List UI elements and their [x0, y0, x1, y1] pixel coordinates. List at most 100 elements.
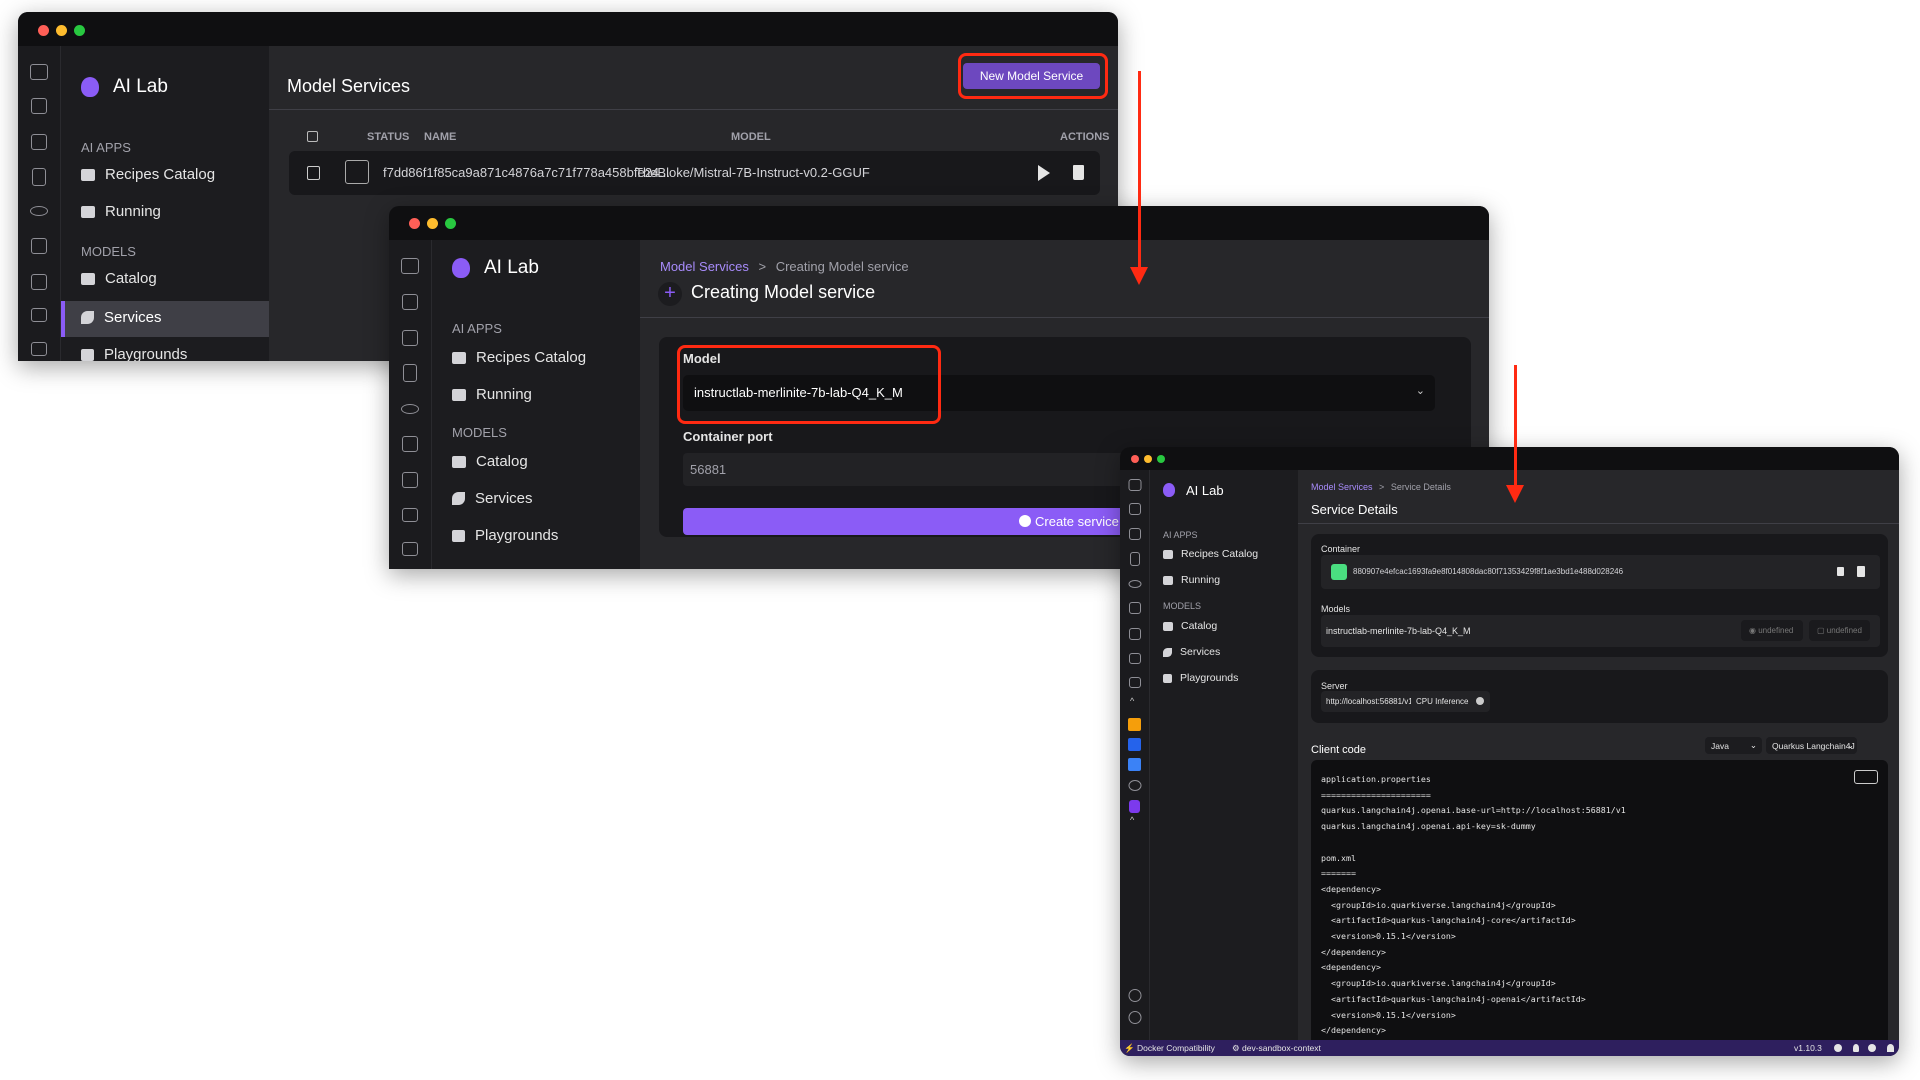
pods-icon[interactable]: [31, 134, 47, 150]
kube-context[interactable]: ⚙ dev-sandbox-context: [1232, 1043, 1321, 1054]
minimize-dot[interactable]: [1144, 455, 1152, 463]
ai-lab-logo-icon: [452, 258, 470, 278]
server-label: Server: [1321, 681, 1348, 691]
chevron-up-icon[interactable]: ^: [1130, 815, 1134, 825]
images-icon[interactable]: [403, 364, 417, 382]
framework-select[interactable]: Quarkus Langchain4J ⌄: [1766, 737, 1857, 754]
close-dot[interactable]: [38, 25, 49, 36]
title-bar: [1120, 447, 1899, 470]
images-icon[interactable]: [1129, 552, 1140, 566]
sidebar-item-catalog[interactable]: Catalog: [452, 453, 528, 470]
sidebar-item-running[interactable]: Running: [81, 203, 161, 220]
container-row[interactable]: 880907e4efcac1693fa9e8f014808dac80f71353…: [1321, 555, 1880, 589]
create-service-label: Create service: [1019, 514, 1119, 529]
notifications-icon[interactable]: [1887, 1044, 1894, 1052]
sidebar-item-services[interactable]: Services: [81, 309, 162, 326]
pods-icon[interactable]: [402, 330, 418, 346]
settings-icon[interactable]: [1128, 1011, 1141, 1024]
sidebar-item-recipes[interactable]: Recipes Catalog: [81, 166, 215, 183]
dashboard-icon[interactable]: [1128, 479, 1141, 491]
page-title: Service Details: [1311, 502, 1398, 517]
close-dot[interactable]: [409, 218, 420, 229]
containers-icon[interactable]: [31, 98, 47, 114]
section-models: MODELS: [1163, 601, 1202, 611]
sidebar-item-playgrounds[interactable]: Playgrounds: [452, 527, 558, 544]
deploy-icon[interactable]: [31, 274, 47, 290]
chevron-up-icon[interactable]: ^: [1130, 696, 1134, 706]
sidebar-item-running[interactable]: Running: [1163, 574, 1220, 586]
extension-cube-icon[interactable]: [1128, 718, 1141, 731]
help-icon[interactable]: [1868, 1044, 1876, 1052]
images-icon[interactable]: [32, 168, 46, 186]
containers-icon[interactable]: [1128, 503, 1141, 515]
section-models: MODELS: [81, 244, 136, 259]
extension-ai-lab-icon[interactable]: [1129, 800, 1140, 813]
sidebar-item-playgrounds[interactable]: Playgrounds: [1163, 672, 1238, 684]
volumes-icon[interactable]: [401, 404, 419, 414]
sidebar-item-catalog[interactable]: Catalog: [81, 270, 157, 287]
extensions-icon[interactable]: [1128, 602, 1141, 614]
sidebar-item-recipes[interactable]: Recipes Catalog: [452, 349, 586, 366]
tips-icon[interactable]: [1853, 1044, 1859, 1052]
container-id[interactable]: 880907e4efcac1693fa9e8f014808dac80f71353…: [1353, 567, 1623, 576]
select-all-checkbox[interactable]: [307, 131, 318, 142]
section-ai-apps: AI APPS: [1163, 530, 1198, 540]
breadcrumb-link[interactable]: Model Services: [1311, 482, 1373, 492]
create-service-text: Create service: [1035, 514, 1119, 529]
kubernetes-icon[interactable]: [31, 308, 47, 322]
sidebar-item-running[interactable]: Running: [452, 386, 532, 403]
maximize-dot[interactable]: [1157, 455, 1165, 463]
volumes-icon[interactable]: [30, 206, 48, 216]
column-status: STATUS: [367, 131, 410, 143]
stop-icon[interactable]: [1837, 567, 1844, 576]
close-dot[interactable]: [1131, 455, 1139, 463]
deploy-icon[interactable]: [1128, 628, 1141, 640]
network-icon[interactable]: [1128, 677, 1141, 688]
code-line: pom.xml: [1321, 852, 1356, 863]
sidebar-item-services[interactable]: Services: [1163, 646, 1220, 658]
containers-icon[interactable]: [402, 294, 418, 310]
trash-icon[interactable]: [1073, 165, 1084, 180]
trash-icon[interactable]: [1857, 566, 1865, 577]
sidebar-item-recipes[interactable]: Recipes Catalog: [1163, 548, 1258, 560]
docker-compatibility[interactable]: ⚡ Docker Compatibility: [1124, 1043, 1215, 1054]
extensions-icon[interactable]: [31, 238, 47, 254]
extension-dashboard-icon[interactable]: [1128, 758, 1141, 771]
sidebar-item-playgrounds[interactable]: Playgrounds: [81, 346, 187, 361]
maximize-dot[interactable]: [74, 25, 85, 36]
column-model: MODEL: [731, 131, 771, 143]
sidebar-item-catalog[interactable]: Catalog: [1163, 620, 1217, 632]
code-line: <artifactId>quarkus-langchain4j-core</ar…: [1321, 915, 1576, 926]
book-icon: [81, 168, 95, 181]
sidebar-item-services[interactable]: Services: [452, 490, 533, 507]
feedback-icon[interactable]: [1834, 1044, 1842, 1052]
label: Playgrounds: [1180, 672, 1239, 684]
volumes-icon[interactable]: [1128, 580, 1141, 588]
row-checkbox[interactable]: [307, 166, 320, 180]
deploy-icon[interactable]: [402, 472, 418, 488]
network-icon[interactable]: [402, 542, 418, 556]
breadcrumb-link[interactable]: Model Services: [660, 259, 749, 274]
minimize-dot[interactable]: [56, 25, 67, 36]
kubernetes-icon[interactable]: [1128, 653, 1141, 664]
maximize-dot[interactable]: [445, 218, 456, 229]
account-icon[interactable]: [1128, 989, 1141, 1002]
service-model: TheBloke/Mistral-7B-Instruct-v0.2-GGUF: [635, 165, 870, 180]
service-name[interactable]: f7dd86f1f85ca9a871c4876a7c71f778a458bfe2…: [383, 165, 670, 180]
kubernetes-icon[interactable]: [402, 508, 418, 522]
dashboard-icon[interactable]: [30, 64, 48, 80]
extension-kube-icon[interactable]: [1128, 738, 1141, 751]
section-models: MODELS: [452, 425, 507, 440]
extensions-icon[interactable]: [402, 436, 418, 452]
language-select[interactable]: Java ⌄: [1705, 737, 1762, 754]
start-icon[interactable]: [1038, 165, 1050, 181]
pods-icon[interactable]: [1128, 528, 1141, 540]
server-url-chip[interactable]: http://localhost:56881/v1: [1321, 691, 1418, 712]
copy-icon[interactable]: [1854, 770, 1878, 784]
network-icon[interactable]: [31, 342, 47, 356]
extension-bot-icon[interactable]: [1128, 780, 1141, 791]
model-row[interactable]: instructlab-merlinite-7b-lab-Q4_K_M ◉ un…: [1321, 615, 1880, 647]
table-row[interactable]: f7dd86f1f85ca9a871c4876a7c71f778a458bfe2…: [289, 151, 1100, 195]
minimize-dot[interactable]: [427, 218, 438, 229]
dashboard-icon[interactable]: [401, 258, 419, 274]
